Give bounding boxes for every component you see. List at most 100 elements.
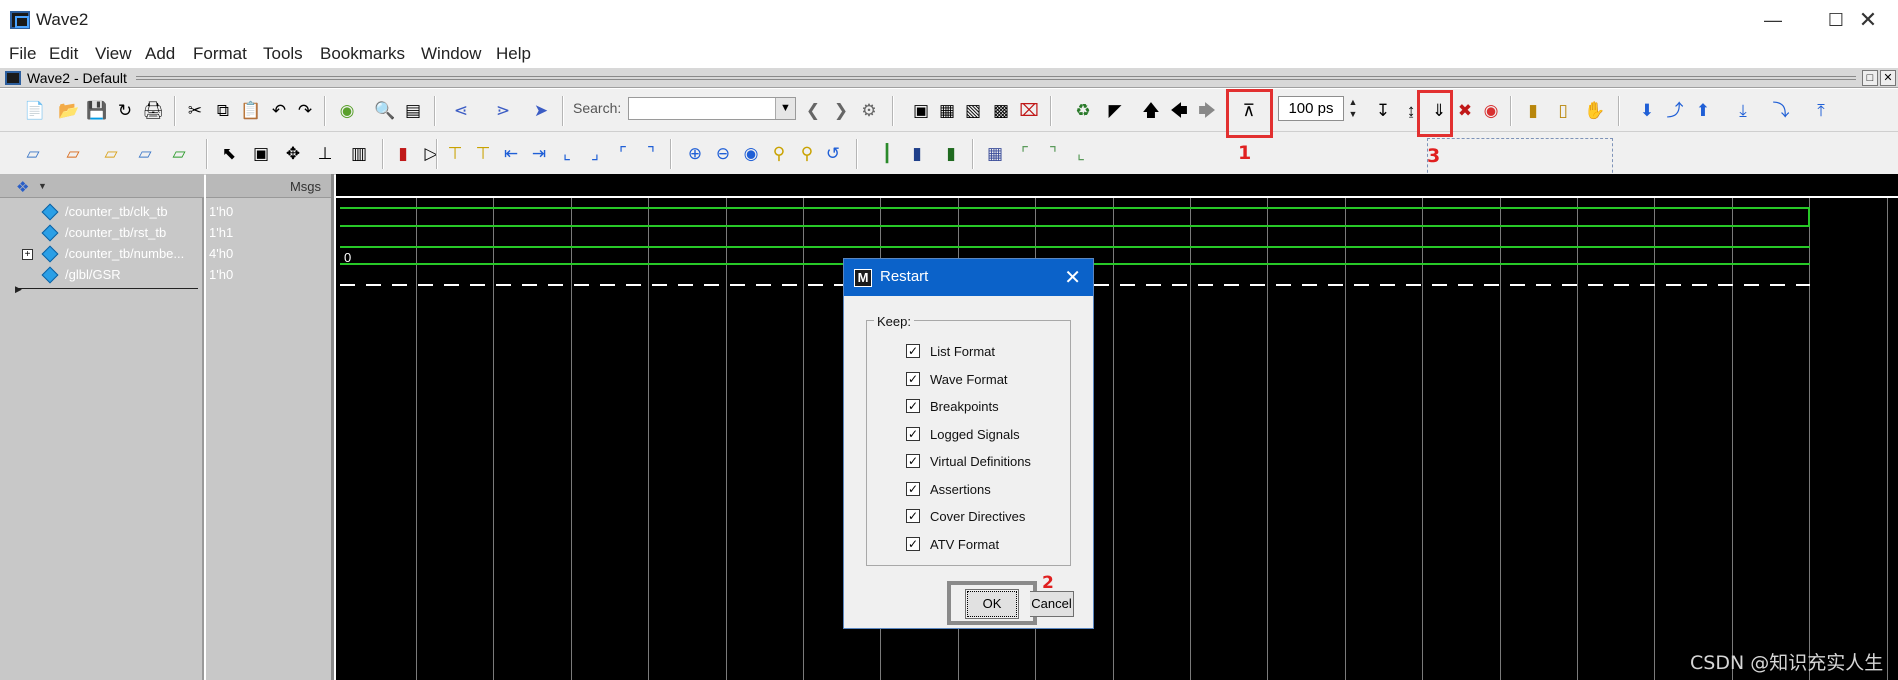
toggle-leaf-icon[interactable]: ▮	[392, 142, 414, 164]
search-next-icon[interactable]: ❯	[830, 99, 852, 121]
menu-view[interactable]: View	[95, 44, 132, 64]
header-grip[interactable]	[136, 76, 1856, 80]
wave-compare-icon[interactable]: ▦	[984, 142, 1006, 164]
memory-icon[interactable]: ▯	[1552, 99, 1574, 121]
signal-row[interactable]: /glbl/GSR	[0, 265, 204, 285]
zoom-last-icon[interactable]: ↺	[822, 142, 844, 164]
save-icon[interactable]: 💾	[86, 99, 108, 121]
show-grid-icon[interactable]: ▮	[906, 142, 928, 164]
menu-bookmarks[interactable]: Bookmarks	[320, 44, 405, 64]
compile-all-icon[interactable]: ▦	[936, 99, 958, 121]
menu-edit[interactable]: Edit	[49, 44, 78, 64]
zoom-out-icon[interactable]: ⊖	[712, 142, 734, 164]
stop-icon[interactable]: ✖	[1454, 99, 1476, 121]
next-transition-icon[interactable]: ⌟	[584, 142, 606, 164]
menu-window[interactable]: Window	[421, 44, 481, 64]
checkbox[interactable]: ✓	[906, 427, 920, 441]
rising-edge-icon[interactable]: ⌝	[640, 142, 662, 164]
layout-icon[interactable]: ◤	[1104, 99, 1126, 121]
performance-icon[interactable]: ▮	[1522, 99, 1544, 121]
add-log-icon[interactable]: ▱	[134, 142, 156, 164]
compile-icon[interactable]: ▣	[910, 99, 932, 121]
merge-icon[interactable]: ⋖	[450, 99, 472, 121]
step-out-icon[interactable]: ⬆	[1692, 99, 1714, 121]
prev-transition-icon[interactable]: ⌞	[556, 142, 578, 164]
undock-icon[interactable]: □	[1862, 70, 1878, 86]
cancel-button[interactable]: Cancel	[1030, 591, 1074, 617]
expand-icon[interactable]: +	[22, 249, 33, 260]
delete-cursor-icon[interactable]: ⊤	[472, 142, 494, 164]
arrow-left-icon[interactable]: 🡄	[1168, 99, 1190, 121]
checkbox[interactable]: ✓	[906, 399, 920, 413]
arrow-right-icon[interactable]: 🡆	[1196, 99, 1218, 121]
ok-button[interactable]: OK	[965, 589, 1019, 619]
stretch-mode-icon[interactable]: ▥	[348, 142, 370, 164]
end-sim-icon[interactable]: ⌧	[1018, 99, 1040, 121]
break-icon[interactable]: ▩	[990, 99, 1012, 121]
insert-cursor-icon[interactable]: ⊤	[444, 142, 466, 164]
add-group-icon[interactable]: ▱	[168, 142, 190, 164]
search-input[interactable]	[628, 97, 796, 120]
arrow-up-icon[interactable]: 🡅	[1140, 99, 1162, 121]
pan-mode-icon[interactable]: ✥	[282, 142, 304, 164]
run-length-spinner[interactable]: ▲ ▼	[1346, 96, 1360, 121]
checkbox[interactable]: ✓	[906, 537, 920, 551]
add-dataflow-icon[interactable]: ▱	[100, 142, 122, 164]
search-prev-icon[interactable]: ❮	[802, 99, 824, 121]
search-dropdown-icon[interactable]: ▼	[775, 98, 795, 119]
signal-row[interactable]: /counter_tb/rst_tb	[0, 223, 204, 243]
dialog-close-icon[interactable]: ✕	[1064, 265, 1081, 290]
waveform-ruler[interactable]	[336, 174, 1898, 198]
menu-add[interactable]: Add	[145, 44, 175, 64]
open-folder-icon[interactable]: 📂	[58, 99, 80, 121]
show-fill-icon[interactable]: ▮	[940, 142, 962, 164]
play-icon[interactable]: ▷	[420, 142, 442, 164]
checkbox[interactable]: ✓	[906, 482, 920, 496]
undo-icon[interactable]: ↶	[268, 99, 290, 121]
falling-marker-icon[interactable]: ⌝	[1042, 142, 1064, 164]
step-back-icon[interactable]: ⤵	[1770, 99, 1792, 121]
checkbox[interactable]: ✓	[906, 509, 920, 523]
close-pane-icon[interactable]: ✕	[1880, 70, 1896, 86]
find-icon[interactable]: 🔍	[374, 99, 396, 121]
env-icon[interactable]: ♻	[1072, 99, 1094, 121]
next-edge-icon[interactable]: ⇥	[528, 142, 550, 164]
zoom-full-icon[interactable]: ◉	[740, 142, 762, 164]
redo-icon[interactable]: ↷	[294, 99, 316, 121]
add-list-icon[interactable]: ▱	[62, 142, 84, 164]
checkbox[interactable]: ✓	[906, 344, 920, 358]
msgs-column-header[interactable]: Msgs	[206, 174, 331, 198]
close-icon[interactable]: ✕	[1838, 4, 1898, 36]
run-length-input[interactable]: 100 ps	[1278, 96, 1344, 121]
copy-icon[interactable]: ⧉	[212, 99, 234, 121]
split-icon[interactable]: ⋗	[492, 99, 514, 121]
status-icon[interactable]: ◉	[336, 99, 358, 121]
prev-edge-icon[interactable]: ⇤	[500, 142, 522, 164]
add-wave-icon[interactable]: ▱	[22, 142, 44, 164]
dialog-title-bar[interactable]: M Restart ✕	[844, 259, 1093, 296]
menu-help[interactable]: Help	[496, 44, 531, 64]
zoom-cursor-icon[interactable]: ⚲	[768, 142, 790, 164]
break-sim-icon[interactable]: ◉	[1480, 99, 1502, 121]
signal-row[interactable]: /counter_tb/clk_tb	[0, 202, 204, 222]
menu-tools[interactable]: Tools	[263, 44, 303, 64]
select-mode-icon[interactable]: ⬉	[218, 142, 240, 164]
simulate-icon[interactable]: ▧	[962, 99, 984, 121]
checkbox[interactable]: ✓	[906, 454, 920, 468]
hand-icon[interactable]: ✋	[1584, 99, 1606, 121]
zoom-in-icon[interactable]: ⊕	[684, 142, 706, 164]
new-file-icon[interactable]: 📄	[24, 99, 46, 121]
falling-edge-icon[interactable]: ⌜	[612, 142, 634, 164]
chevron-down-icon[interactable]: ▼	[38, 181, 47, 191]
structure-icon[interactable]: ▤	[402, 99, 424, 121]
reload-icon[interactable]: ↻	[114, 99, 136, 121]
rising-marker-icon[interactable]: ⌜	[1014, 142, 1036, 164]
cut-icon[interactable]: ✂	[184, 99, 206, 121]
paste-icon[interactable]: 📋	[240, 99, 262, 121]
checkbox[interactable]: ✓	[906, 372, 920, 386]
minimize-icon[interactable]: —	[1743, 4, 1803, 36]
layers-icon[interactable]: ❖	[16, 178, 29, 196]
step-into-icon[interactable]: ⬇	[1636, 99, 1658, 121]
print-icon[interactable]: 🖨	[142, 99, 164, 121]
menu-file[interactable]: File	[9, 44, 36, 64]
